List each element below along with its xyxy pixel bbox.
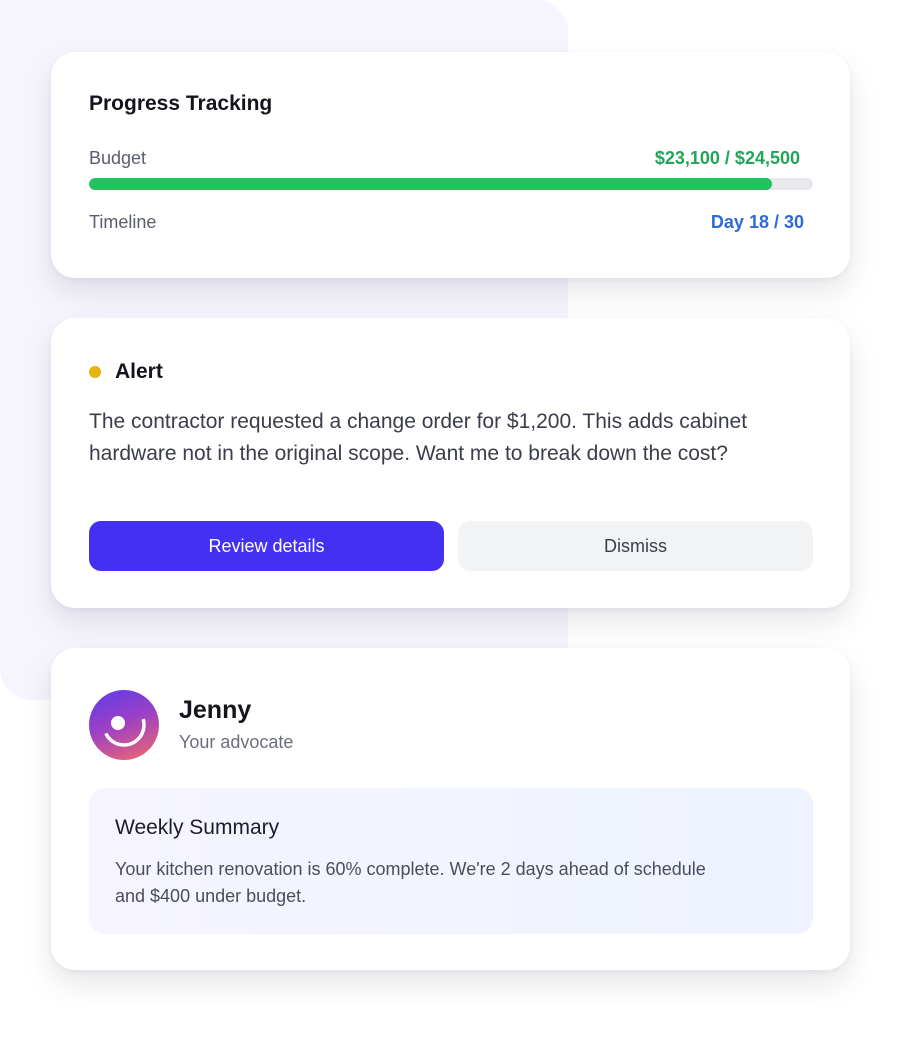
weekly-summary-title: Weekly Summary xyxy=(115,816,280,839)
weekly-summary-box: Weekly Summary Your kitchen renovation i… xyxy=(89,788,813,934)
advocate-card: Jenny Your advocate Weekly Summary Your … xyxy=(51,648,850,970)
progress-tracking-card: Progress Tracking Budget $23,100 / $24,5… xyxy=(51,52,850,278)
weekly-summary-text: Your kitchen renovation is 60% complete.… xyxy=(115,859,706,906)
moon-logo-icon xyxy=(102,703,146,747)
advocate-role: Your advocate xyxy=(179,732,294,752)
advocate-name: Jenny xyxy=(179,696,252,724)
alert-status-dot-icon xyxy=(89,366,101,378)
alert-message: The contractor requested a change order … xyxy=(89,410,748,465)
timeline-value: Day 18 / 30 xyxy=(710,212,804,232)
review-details-button[interactable]: Review details xyxy=(89,521,444,571)
budget-label: Budget xyxy=(89,148,147,168)
budget-progress-fill xyxy=(89,178,772,190)
dismiss-button[interactable]: Dismiss xyxy=(458,521,813,571)
budget-value: $23,100 / $24,500 xyxy=(654,148,800,168)
progress-title: Progress Tracking xyxy=(89,92,273,115)
avatar xyxy=(89,690,159,760)
alert-title: Alert xyxy=(115,360,163,383)
budget-progress-bar xyxy=(89,178,813,190)
timeline-label: Timeline xyxy=(89,212,157,232)
alert-card: Alert The contractor requested a change … xyxy=(51,318,850,608)
